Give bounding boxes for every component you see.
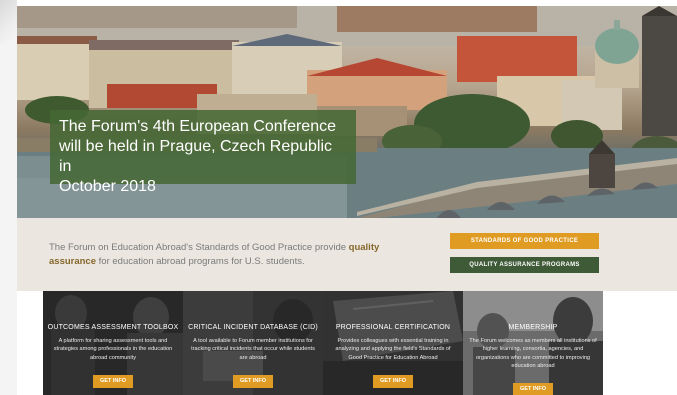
intro-text: The Forum on Education Abroad's Standard… (49, 241, 389, 269)
get-info-button[interactable]: GET INFO (93, 375, 133, 388)
card-title: PROFESSIONAL CERTIFICATION (335, 324, 451, 331)
card-professional-certification[interactable]: PROFESSIONAL CERTIFICATION Provides coll… (323, 291, 463, 395)
left-margin (0, 0, 17, 395)
card-description: A platform for sharing assessment tools … (53, 338, 173, 361)
card-critical-incident-database[interactable]: CRITICAL INCIDENT DATABASE (CID) A tool … (183, 291, 323, 395)
card-description: The Forum welcomes as members all instit… (469, 338, 597, 369)
card-title: OUTCOMES ASSESSMENT TOOLBOX (47, 324, 179, 331)
card-outcomes-assessment-toolbox[interactable]: OUTCOMES ASSESSMENT TOOLBOX A platform f… (43, 291, 183, 395)
get-info-button[interactable]: GET INFO (373, 375, 413, 388)
card-title: MEMBERSHIP (508, 324, 558, 331)
announcement-line: October 2018 (59, 178, 156, 195)
intro-highlight: quality (348, 242, 380, 253)
card-membership[interactable]: MEMBERSHIP The Forum welcomes as members… (463, 291, 603, 395)
page-curl-decoration (0, 0, 17, 44)
standards-of-good-practice-button[interactable]: STANDARDS OF GOOD PRACTICE (450, 233, 599, 249)
announcement-line: will be held in Prague, Czech Republic i… (59, 138, 333, 175)
intro-text-part: The Forum on Education Abroad's Standard… (49, 242, 349, 253)
card-description: Provides colleagues with essential train… (335, 338, 451, 361)
announcement-line: The Forum's 4th European Conference (59, 118, 336, 135)
conference-announcement[interactable]: The Forum's 4th European Conference will… (50, 110, 356, 195)
feature-cards: OUTCOMES ASSESSMENT TOOLBOX A platform f… (43, 291, 604, 395)
card-title: CRITICAL INCIDENT DATABASE (CID) (188, 324, 318, 331)
intro-highlight: assurance (49, 256, 97, 267)
get-info-button[interactable]: GET INFO (513, 383, 553, 395)
intro-text-part: for education abroad programs for U.S. s… (96, 256, 305, 267)
quality-assurance-programs-button[interactable]: QUALITY ASSURANCE PROGRAMS (450, 257, 599, 273)
get-info-button[interactable]: GET INFO (233, 375, 273, 388)
hero-banner[interactable]: The Forum's 4th European Conference will… (17, 6, 677, 218)
card-description: A tool available to Forum member institu… (191, 338, 315, 361)
standards-intro-band: The Forum on Education Abroad's Standard… (17, 218, 677, 291)
